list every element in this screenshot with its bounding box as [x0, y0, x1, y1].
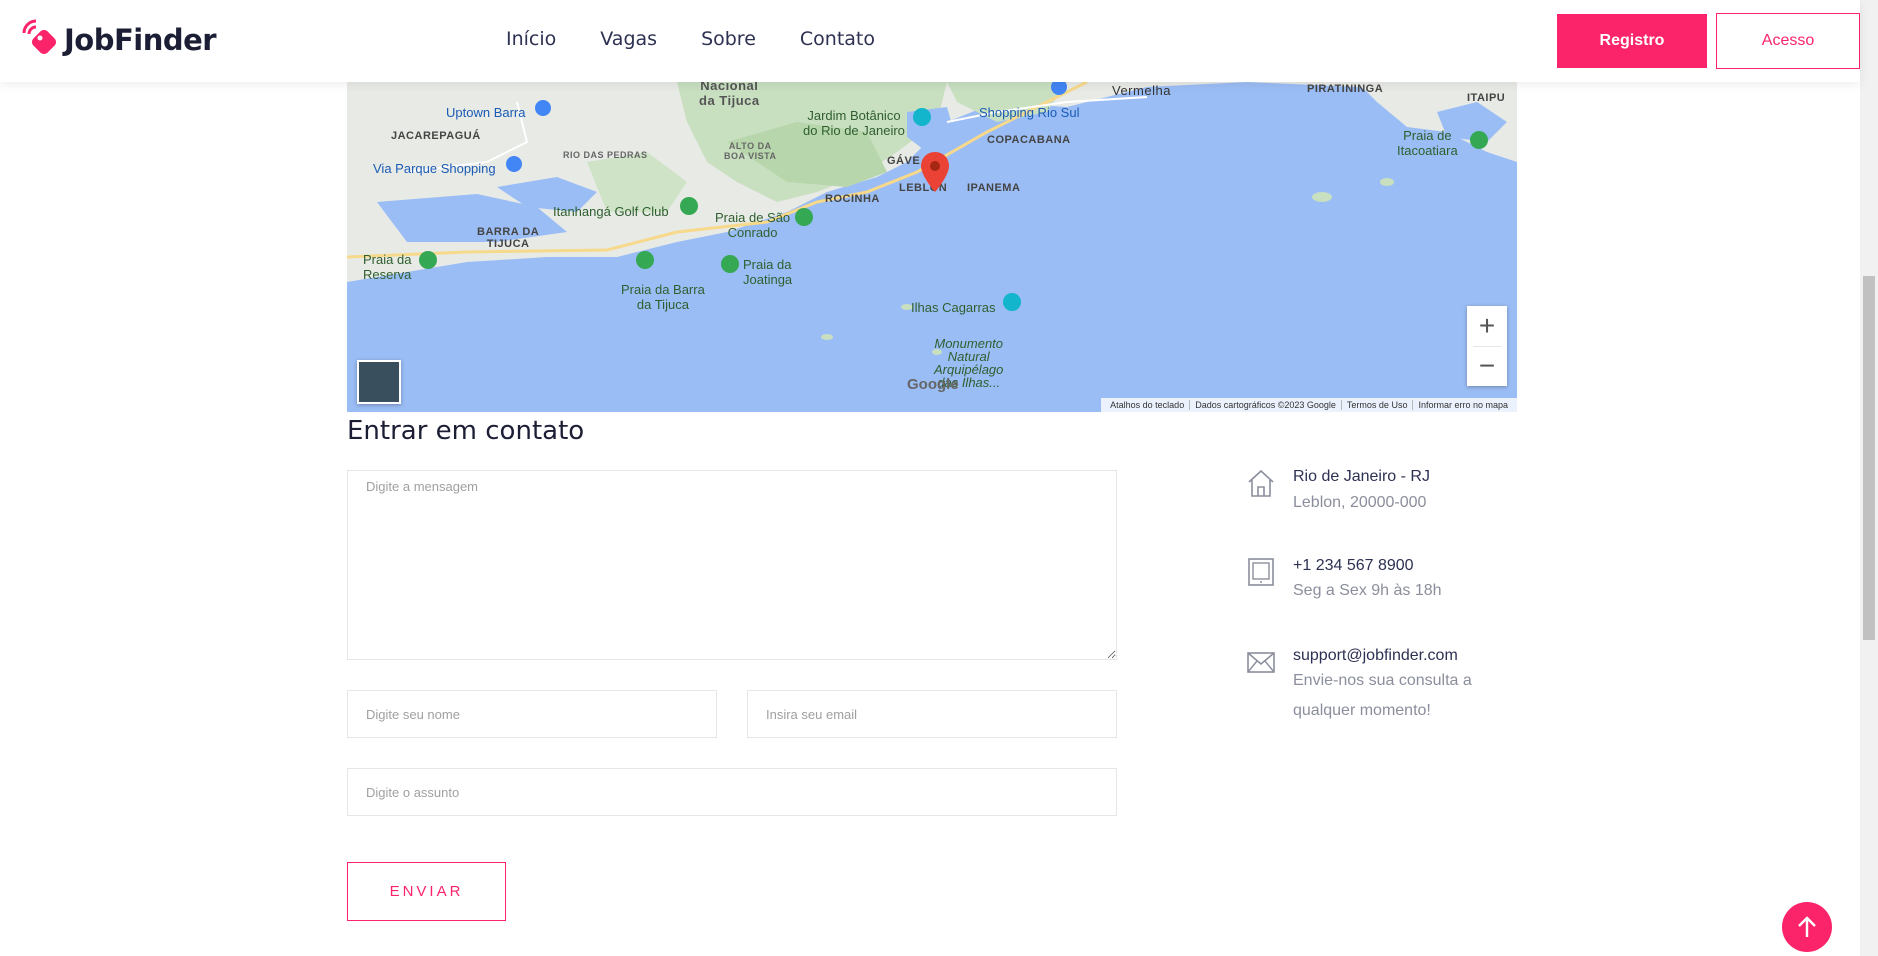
tablet-icon: [1248, 558, 1274, 586]
map-shopping-poi-icon: [506, 156, 522, 172]
login-button[interactable]: Acesso: [1716, 13, 1860, 69]
map-label-rocinha: ROCINHA: [825, 193, 880, 205]
envelope-icon: [1247, 652, 1275, 673]
map-label-itacoatiara: Praia de Itacoatiara: [1397, 128, 1458, 158]
map-label-shopping-rio-sul: Shopping Rio Sul: [979, 105, 1080, 120]
map-label-rio-das-pedras: RIO DAS PEDRAS: [563, 150, 648, 160]
address-sub: Leblon, 20000-000: [1293, 494, 1427, 511]
map-shopping-poi-icon: [1051, 82, 1067, 95]
phone-title: +1 234 567 8900: [1293, 557, 1414, 574]
register-button[interactable]: Registro: [1557, 14, 1707, 68]
zoom-in-button[interactable]: +: [1467, 306, 1507, 346]
nav-contato[interactable]: Contato: [800, 28, 875, 50]
map-label-alto-boa-vista: ALTO DA BOA VISTA: [724, 141, 777, 161]
map-label-uptown: Uptown Barra: [446, 105, 526, 120]
map-zoom-controls: + −: [1467, 306, 1507, 386]
map-label-reserva: Praia da Reserva: [363, 252, 412, 282]
map-label-copacabana: COPACABANA: [987, 134, 1071, 146]
message-textarea[interactable]: [347, 470, 1117, 660]
map-attribution: Atalhos do teclado Dados cartográficos ©…: [1101, 398, 1517, 412]
contact-title: Entrar em contato: [347, 416, 585, 446]
main-nav: Início Vagas Sobre Contato: [506, 28, 919, 50]
email-title: support@jobfinder.com: [1293, 647, 1458, 664]
map-label-vermelha: Vermelha: [1112, 83, 1171, 98]
map-camera-poi-icon: [1003, 293, 1021, 311]
back-to-top-button[interactable]: [1782, 902, 1832, 952]
nav-vagas[interactable]: Vagas: [600, 28, 657, 50]
terms-link[interactable]: Termos de Uso: [1340, 400, 1413, 410]
email-input[interactable]: [747, 690, 1117, 738]
map-label-cagarras: Ilhas Cagarras: [911, 300, 996, 315]
report-error-link[interactable]: Informar erro no mapa: [1412, 400, 1513, 410]
map-label-praia-barra: Praia da Barra da Tijuca: [621, 282, 705, 312]
map-label-piratininga: PIRATININGA: [1307, 83, 1384, 95]
name-input[interactable]: [347, 690, 717, 738]
map-shopping-poi-icon: [535, 100, 551, 116]
map-label-sao-conrado: Praia de São Conrado: [715, 210, 791, 240]
map-location-pin-icon[interactable]: [921, 152, 949, 192]
map-embed[interactable]: Nacional da Tijuca Vermelha PIRATININGA …: [347, 82, 1517, 412]
map-beach-poi-icon: [1470, 131, 1488, 149]
map-data-text: Dados cartográficos ©2023 Google: [1189, 400, 1341, 410]
brand-name: JobFinder: [64, 23, 217, 57]
map-label-itaipu: ITAIPU: [1467, 92, 1506, 104]
page-scrollbar[interactable]: [1860, 0, 1878, 956]
map-label-itanhanga: Itanhangá Golf Club: [553, 204, 669, 219]
email-sub: Envie-nos sua consulta a qualquer moment…: [1293, 672, 1472, 719]
google-logo: Google: [907, 376, 959, 393]
home-icon: [1248, 469, 1274, 497]
zoom-divider: [1473, 346, 1501, 347]
zoom-out-button[interactable]: −: [1467, 346, 1507, 386]
map-label-barra-tijuca: BARRA DA TIJUCA: [477, 226, 540, 250]
map-label-jacarepagua: JACAREPAGUÁ: [391, 130, 481, 142]
subject-input[interactable]: [347, 768, 1117, 816]
satellite-toggle[interactable]: [357, 360, 401, 404]
nav-inicio[interactable]: Início: [506, 28, 556, 50]
map-golf-poi-icon: [680, 197, 698, 215]
site-header: JobFinder Início Vagas Sobre Contato Reg…: [0, 0, 1860, 82]
map-beach-poi-icon: [419, 251, 437, 269]
nav-sobre[interactable]: Sobre: [701, 28, 756, 50]
arrow-up-icon: [1798, 916, 1816, 937]
keyboard-shortcuts-link[interactable]: Atalhos do teclado: [1105, 400, 1189, 410]
map-label-joatinga: Praia da Joatinga: [743, 257, 793, 287]
scrollbar-thumb[interactable]: [1863, 276, 1875, 640]
address-title: Rio de Janeiro - RJ: [1293, 468, 1430, 485]
map-label-via-parque: Via Parque Shopping: [373, 161, 496, 176]
phone-sub: Seg a Sex 9h às 18h: [1293, 582, 1442, 599]
map-label-jardim: Jardim Botânico do Rio de Janeiro: [803, 108, 905, 138]
logo[interactable]: JobFinder: [20, 19, 217, 60]
map-beach-poi-icon: [795, 208, 813, 226]
map-beach-poi-icon: [721, 255, 739, 273]
logo-tag-icon: [22, 19, 57, 55]
map-label-gavea: GÁVE: [887, 155, 921, 167]
map-label-nacional: Nacional da Tijuca: [699, 82, 760, 108]
map-camera-poi-icon: [913, 108, 931, 126]
map-label-ipanema: IPANEMA: [967, 182, 1021, 194]
send-button[interactable]: ENVIAR: [347, 862, 506, 921]
map-beach-poi-icon: [636, 251, 654, 269]
